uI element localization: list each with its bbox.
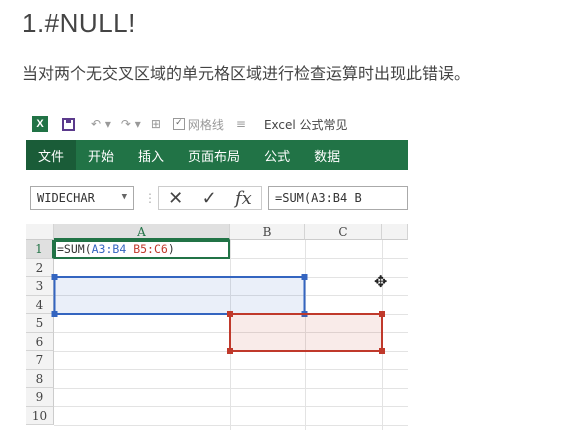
worksheet-grid: A B C 1 2 3 4 5 6 7 8 9 10 =SUM(A3:B4 B5… bbox=[26, 224, 408, 430]
name-box-value: WIDECHAR bbox=[37, 191, 95, 205]
name-box[interactable]: WIDECHAR ▼ bbox=[30, 186, 134, 210]
enter-icon[interactable]: ✓ bbox=[202, 188, 217, 209]
range-handle bbox=[227, 348, 233, 354]
range-handle bbox=[51, 274, 58, 280]
gridlines-checkbox[interactable]: ✓ bbox=[172, 118, 185, 130]
tab-page-layout[interactable]: 页面布局 bbox=[176, 140, 252, 170]
formula-suffix: ) bbox=[167, 242, 175, 256]
table-icon[interactable]: ⊞ bbox=[151, 117, 161, 131]
save-icon[interactable] bbox=[62, 117, 75, 131]
range-handle bbox=[379, 348, 385, 354]
range-handle bbox=[227, 311, 233, 317]
range-handle bbox=[301, 274, 308, 280]
cancel-icon[interactable]: ✕ bbox=[168, 188, 183, 209]
article-description: 当对两个无交叉区域的单元格区域进行检查运算时出现此错误。 bbox=[22, 64, 471, 83]
gridlines-toggle[interactable]: ✓ 网格线 bbox=[172, 116, 224, 133]
formula-prefix: =SUM( bbox=[57, 242, 92, 256]
quick-access-dropdown-icon[interactable]: ≡ bbox=[236, 117, 246, 131]
formula-buttons: ✕ ✓ fx bbox=[158, 186, 262, 210]
tab-home[interactable]: 开始 bbox=[76, 140, 126, 170]
title-bar: X ↶ ▾ ↷ ▾ ⊞ ✓ 网格线 ≡ Excel 公式常见 bbox=[26, 108, 408, 140]
range-handle bbox=[51, 311, 58, 317]
cell-cursor-icon: ✥ bbox=[374, 272, 388, 291]
gridlines-label: 网格线 bbox=[187, 117, 224, 132]
range-handle bbox=[379, 311, 385, 317]
more-icon: ⋮ bbox=[144, 191, 156, 205]
range-a3-b4-highlight bbox=[53, 276, 306, 315]
excel-logo-icon: X bbox=[32, 116, 48, 132]
range-b5-c6-highlight bbox=[229, 313, 383, 352]
redo-icon[interactable]: ↷ ▾ bbox=[121, 117, 141, 131]
formula-ref-b5-c6: B5:C6 bbox=[133, 242, 168, 256]
tab-insert[interactable]: 插入 bbox=[126, 140, 176, 170]
ribbon-tabs: 文件 开始 插入 页面布局 公式 数据 bbox=[26, 140, 408, 170]
tab-data[interactable]: 数据 bbox=[302, 140, 352, 170]
cell-a1-editing[interactable]: =SUM(A3:B4 B5:C6) bbox=[54, 240, 230, 259]
formula-input[interactable]: =SUM(A3:B4 B bbox=[268, 186, 408, 210]
tab-file[interactable]: 文件 bbox=[26, 140, 77, 170]
insert-function-icon[interactable]: fx bbox=[235, 188, 252, 209]
formula-ref-a3-b4: A3:B4 bbox=[91, 242, 127, 256]
formula-bar: WIDECHAR ▼ ⋮ ✕ ✓ fx =SUM(A3:B4 B bbox=[26, 184, 408, 212]
tab-formulas[interactable]: 公式 bbox=[252, 140, 302, 170]
chevron-down-icon[interactable]: ▼ bbox=[122, 192, 127, 202]
undo-icon[interactable]: ↶ ▾ bbox=[91, 117, 111, 131]
article-heading: 1.#NULL! bbox=[22, 8, 136, 38]
excel-window: X ↶ ▾ ↷ ▾ ⊞ ✓ 网格线 ≡ Excel 公式常见 文件 开始 插入 … bbox=[26, 108, 408, 430]
window-title: Excel 公式常见 bbox=[263, 117, 348, 132]
